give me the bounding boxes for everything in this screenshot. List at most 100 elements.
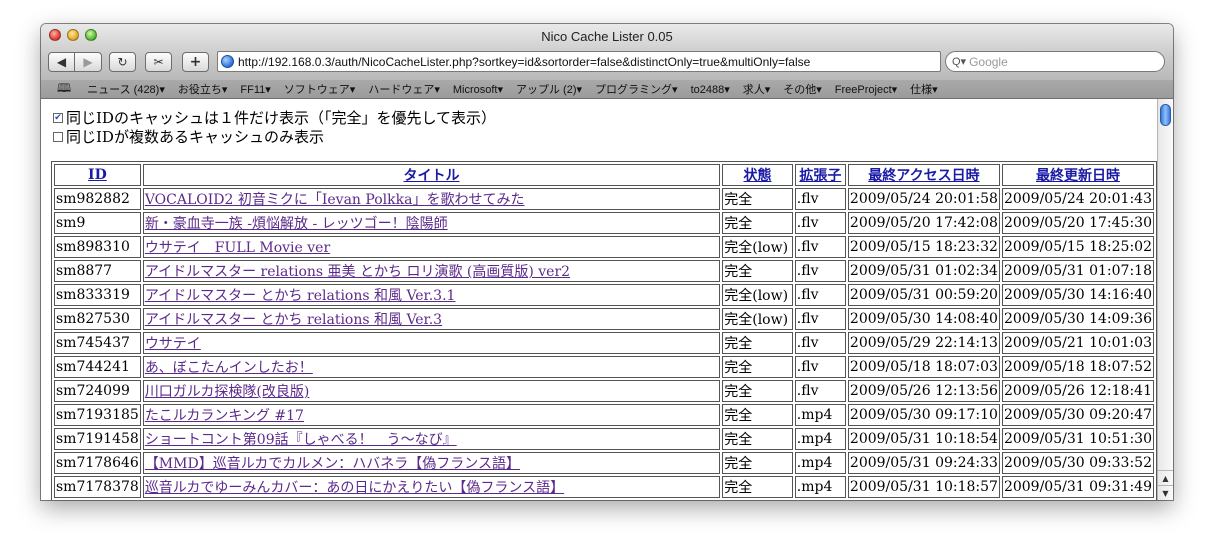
bookmark-folder[interactable]: FF11▾ — [240, 83, 270, 96]
video-title-link[interactable]: アイドルマスター relations 亜美 とかち ロリ演歌 (高画質版) ve… — [145, 264, 570, 280]
snapback-button[interactable]: ✂ — [145, 52, 172, 72]
cell-last-access: 2009/05/26 12:13:56 — [847, 380, 1000, 402]
video-title-link[interactable]: ウサテイ FULL Movie ver — [145, 240, 330, 256]
cell-last-modified: 2009/05/30 09:33:52 — [1001, 452, 1154, 474]
distinct-checkbox[interactable]: ✔ — [53, 112, 63, 123]
bookmark-folder[interactable]: お役立ち▾ — [178, 81, 228, 97]
scroll-up-arrow[interactable]: ▲ — [1158, 470, 1173, 485]
video-title-link[interactable]: ショートコント第09話『しゃべる！ う～なび』 — [145, 432, 457, 448]
table-row: sm898310 ウサテイ FULL Movie ver 完全(low) .flv 20… — [54, 236, 1154, 258]
back-button[interactable]: ◀ — [48, 52, 75, 72]
table-row: sm9 新・豪血寺一族 -煩悩解放 - レッツゴー！陰陽師 完全 .flv 2009/0… — [54, 212, 1154, 234]
cell-status: 完全 — [722, 476, 793, 498]
sort-link[interactable]: 状態 — [744, 168, 772, 184]
cell-title: アイドルマスター とかち relations 和風 Ver.3.1 — [142, 284, 721, 306]
snapback-icon: ✂ — [153, 55, 164, 69]
bookmarks-bar: 🕮 ニュース (428)▾ お役立ち▾ FF11▾ ソフトウェア▾ ハードウェア▾ Mic… — [41, 80, 1173, 99]
cell-status: 完全 — [722, 404, 793, 426]
video-title-link[interactable]: 巡音ルカでゆーみんカバー：あの日にかえりたい【偽フランス語】 — [145, 480, 564, 496]
toolbar: ◀ ▶ ↻ ✂ + http://192.168.0.3/auth/NicoCa… — [41, 50, 1173, 78]
bookmark-folder[interactable]: プログラミング▾ — [595, 81, 678, 97]
cell-last-access: 2009/05/29 22:14:13 — [847, 332, 1000, 354]
col-header-title[interactable]: タイトル — [142, 164, 721, 186]
col-header-ext[interactable]: 拡張子 — [794, 164, 846, 186]
cell-id: sm7193185 — [54, 404, 141, 426]
vertical-scrollbar[interactable]: ▲ ▼ — [1157, 99, 1173, 500]
title-bar: Nico Cache Lister 0.05 ◀ ▶ ↻ ✂ + http://… — [41, 24, 1173, 81]
col-header-status[interactable]: 状態 — [722, 164, 793, 186]
cell-title: VOCALOID2 初音ミクに「Ievan Polkka」を歌わせてみた — [142, 188, 721, 210]
video-title-link[interactable]: たこルカランキング #17 — [145, 408, 304, 424]
cell-last-modified: 2009/05/15 18:25:02 — [1001, 236, 1154, 258]
video-title-link[interactable]: 新・豪血寺一族 -煩悩解放 - レッツゴー！陰陽師 — [145, 216, 448, 232]
bookmark-folder[interactable]: ニュース (428)▾ — [87, 81, 165, 97]
cell-title: 【MMD】巡音ルカでカルメン：ハバネラ【偽フランス語】 — [142, 452, 721, 474]
cache-table: ID タイトル 状態 拡張子 最終アクセス日時 最終更新日時 sm982882 V… — [51, 161, 1157, 500]
cell-last-modified: 2009/05/21 10:01:03 — [1001, 332, 1154, 354]
cell-last-access: 2009/05/30 14:08:40 — [847, 308, 1000, 330]
scroll-down-arrow[interactable]: ▼ — [1158, 485, 1173, 500]
reload-icon: ↻ — [117, 55, 128, 69]
distinct-label: 同じIDのキャッシュは１件だけ表示（「完全」を優先して表示） — [66, 109, 497, 127]
forward-button[interactable]: ▶ — [75, 52, 102, 72]
cell-status: 完全(low) — [722, 308, 793, 330]
cell-ext: .flv — [794, 284, 846, 306]
cell-ext: .mp4 — [794, 476, 846, 498]
bookmark-folder[interactable]: ソフトウェア▾ — [284, 81, 356, 97]
cell-last-access: 2009/05/31 10:18:54 — [847, 428, 1000, 450]
sort-link[interactable]: 拡張子 — [799, 168, 841, 184]
video-title-link[interactable]: 【MMD】巡音ルカでカルメン：ハバネラ【偽フランス語】 — [145, 456, 520, 472]
plus-icon: + — [189, 54, 202, 70]
sort-link[interactable]: 最終更新日時 — [1036, 168, 1120, 184]
cell-last-modified: 2009/05/31 01:07:18 — [1001, 260, 1154, 282]
video-title-link[interactable]: アイドルマスター とかち relations 和風 Ver.3 — [145, 312, 442, 328]
bookmark-folder[interactable]: その他▾ — [783, 81, 822, 97]
cell-last-modified: 2009/05/30 14:09:36 — [1001, 308, 1154, 330]
bookmark-folder[interactable]: 仕様▾ — [910, 81, 938, 97]
cell-id: sm827530 — [54, 308, 141, 330]
cell-title: 川口ガルカ探検隊(改良版) — [142, 380, 721, 402]
cell-id: sm745437 — [54, 332, 141, 354]
distinct-option[interactable]: ✔ 同じIDのキャッシュは１件だけ表示（「完全」を優先して表示） — [53, 107, 496, 128]
cell-id: sm7191458 — [54, 428, 141, 450]
cell-ext: .mp4 — [794, 404, 846, 426]
multi-checkbox[interactable] — [53, 131, 63, 142]
cell-last-modified: 2009/05/24 20:01:43 — [1001, 188, 1154, 210]
page-content: ✔ 同じIDのキャッシュは１件だけ表示（「完全」を優先して表示） 同じIDが複数… — [41, 99, 1157, 500]
search-field[interactable]: Q▾ Google — [945, 51, 1165, 72]
table-row: sm7193185 たこルカランキング #17 完全 .mp4 2009/05/30 0… — [54, 404, 1154, 426]
col-header-last-modified[interactable]: 最終更新日時 — [1001, 164, 1154, 186]
bookmark-folder[interactable]: 求人▾ — [743, 81, 771, 97]
video-title-link[interactable]: VOCALOID2 初音ミクに「Ievan Polkka」を歌わせてみた — [145, 192, 525, 208]
cell-id: sm7178646 — [54, 452, 141, 474]
table-header-row: ID タイトル 状態 拡張子 最終アクセス日時 最終更新日時 — [54, 164, 1154, 186]
multi-option[interactable]: 同じIDが複数あるキャッシュのみ表示 — [53, 126, 324, 147]
cell-last-access: 2009/05/31 01:02:34 — [847, 260, 1000, 282]
sort-link[interactable]: ID — [88, 167, 107, 183]
cell-status: 完全 — [722, 212, 793, 234]
bookmark-folder[interactable]: to2488▾ — [691, 83, 730, 96]
video-title-link[interactable]: アイドルマスター とかち relations 和風 Ver.3.1 — [145, 288, 456, 304]
col-header-id[interactable]: ID — [54, 164, 141, 186]
cell-status: 完全 — [722, 260, 793, 282]
col-header-last-access[interactable]: 最終アクセス日時 — [847, 164, 1000, 186]
cell-last-modified: 2009/05/20 17:45:30 — [1001, 212, 1154, 234]
video-title-link[interactable]: あ、ぼこたんインしたお！ — [145, 360, 313, 376]
bookmark-folder[interactable]: FreeProject▾ — [835, 83, 897, 96]
sort-link[interactable]: 最終アクセス日時 — [868, 168, 979, 184]
bookmark-folder[interactable]: Microsoft▾ — [453, 83, 503, 96]
table-row: sm745437 ウサテイ 完全 .flv 2009/05/29 22:14:13 200… — [54, 332, 1154, 354]
cell-status: 完全 — [722, 452, 793, 474]
bookmark-folder[interactable]: ハードウェア▾ — [368, 81, 440, 97]
table-row: sm7178378 巡音ルカでゆーみんカバー：あの日にかえりたい【偽フランス語】 完… — [54, 476, 1154, 498]
video-title-link[interactable]: 川口ガルカ探検隊(改良版) — [145, 384, 310, 400]
video-title-link[interactable]: ウサテイ — [145, 336, 201, 352]
cell-title: ショートコント第09話『しゃべる！ う～なび』 — [142, 428, 721, 450]
sort-link[interactable]: タイトル — [404, 168, 460, 184]
address-bar[interactable]: http://192.168.0.3/auth/NicoCacheLister.… — [217, 51, 941, 72]
add-bookmark-button[interactable]: + — [182, 52, 209, 72]
bookmark-folder[interactable]: アップル (2)▾ — [516, 81, 582, 97]
scroll-thumb[interactable] — [1160, 104, 1171, 126]
bookmarks-book-icon[interactable]: 🕮 — [57, 79, 71, 100]
reload-button[interactable]: ↻ — [109, 52, 136, 72]
